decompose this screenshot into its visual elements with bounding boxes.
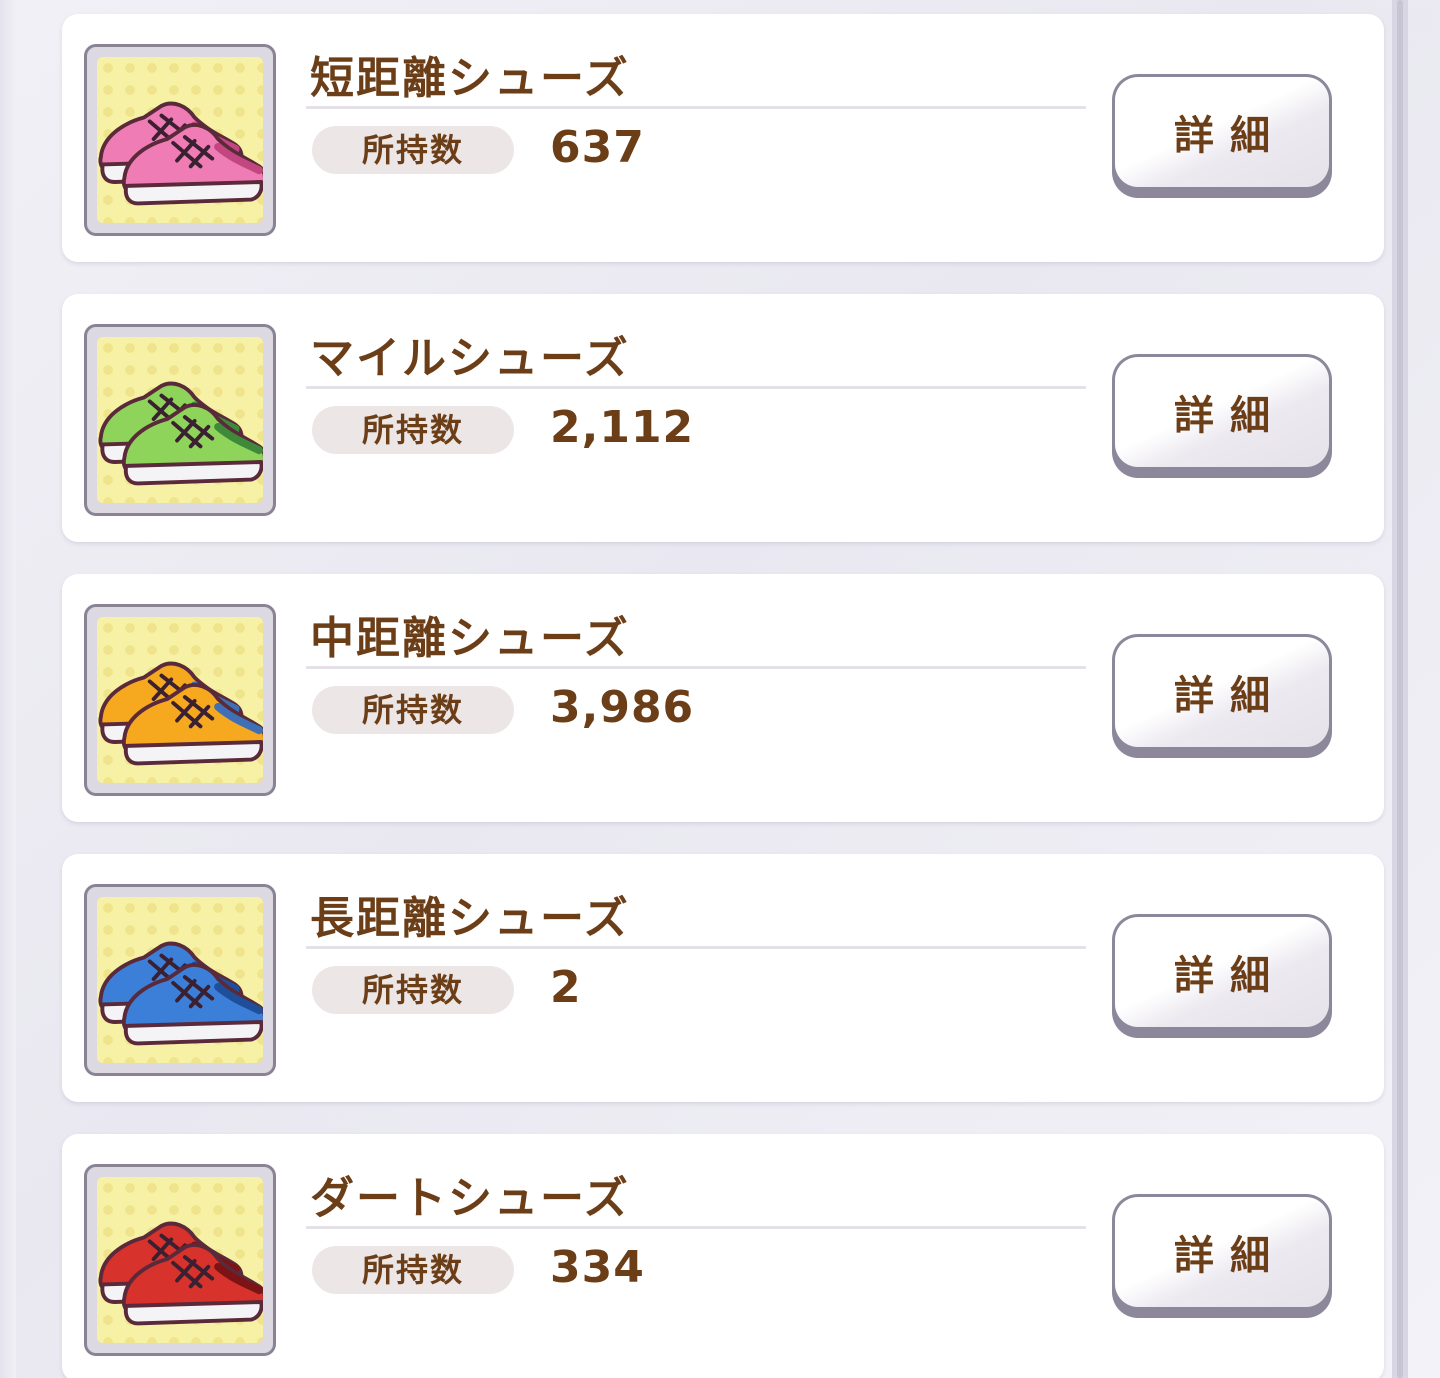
divider bbox=[306, 1226, 1086, 1229]
count-label: 所持数 bbox=[312, 406, 514, 454]
detail-button[interactable]: 詳細 bbox=[1112, 634, 1332, 758]
detail-button-label: 詳細 bbox=[1115, 77, 1329, 187]
shoe-thumbnail bbox=[84, 44, 276, 236]
item-name: 中距離シューズ bbox=[310, 613, 630, 664]
item-name: 長距離シューズ bbox=[310, 893, 630, 944]
detail-button[interactable]: 詳細 bbox=[1112, 74, 1332, 198]
count-value: 3,986 bbox=[550, 682, 695, 733]
item-name: ダートシューズ bbox=[310, 1173, 630, 1224]
shoe-thumbnail bbox=[84, 884, 276, 1076]
shoe-item-card: 短距離シューズ 所持数 637 詳細 bbox=[62, 14, 1384, 262]
scrollbar-thumb[interactable] bbox=[1397, 0, 1403, 1378]
green-sneakers-icon bbox=[97, 337, 263, 503]
red-sneakers-icon bbox=[97, 1177, 263, 1343]
divider bbox=[306, 946, 1086, 949]
detail-button[interactable]: 詳細 bbox=[1112, 1194, 1332, 1318]
count-label: 所持数 bbox=[312, 966, 514, 1014]
count-value: 637 bbox=[550, 122, 645, 173]
item-name: 短距離シューズ bbox=[310, 53, 630, 104]
shoe-thumbnail bbox=[84, 1164, 276, 1356]
divider bbox=[306, 106, 1086, 109]
count-label: 所持数 bbox=[312, 686, 514, 734]
shoe-item-card: 長距離シューズ 所持数 2 詳細 bbox=[62, 854, 1384, 1102]
detail-button-label: 詳細 bbox=[1115, 1197, 1329, 1307]
detail-button-label: 詳細 bbox=[1115, 637, 1329, 747]
blue-sneakers-icon bbox=[97, 897, 263, 1063]
pink-sneakers-icon bbox=[97, 57, 263, 223]
detail-button[interactable]: 詳細 bbox=[1112, 354, 1332, 478]
divider bbox=[306, 666, 1086, 669]
divider bbox=[306, 386, 1086, 389]
shoe-thumbnail bbox=[84, 324, 276, 516]
orange-sneakers-icon bbox=[97, 617, 263, 783]
left-rail bbox=[0, 0, 16, 1378]
shoe-thumbnail bbox=[84, 604, 276, 796]
shoe-item-card: 中距離シューズ 所持数 3,986 詳細 bbox=[62, 574, 1384, 822]
count-value: 2,112 bbox=[550, 402, 695, 453]
shoe-item-card: ダートシューズ 所持数 334 詳細 bbox=[62, 1134, 1384, 1378]
detail-button-label: 詳細 bbox=[1115, 917, 1329, 1027]
count-value: 334 bbox=[550, 1242, 645, 1293]
count-label: 所持数 bbox=[312, 1246, 514, 1294]
detail-button[interactable]: 詳細 bbox=[1112, 914, 1332, 1038]
shoe-item-card: マイルシューズ 所持数 2,112 詳細 bbox=[62, 294, 1384, 542]
count-label: 所持数 bbox=[312, 126, 514, 174]
detail-button-label: 詳細 bbox=[1115, 357, 1329, 467]
count-value: 2 bbox=[550, 962, 582, 1013]
item-name: マイルシューズ bbox=[310, 333, 630, 384]
